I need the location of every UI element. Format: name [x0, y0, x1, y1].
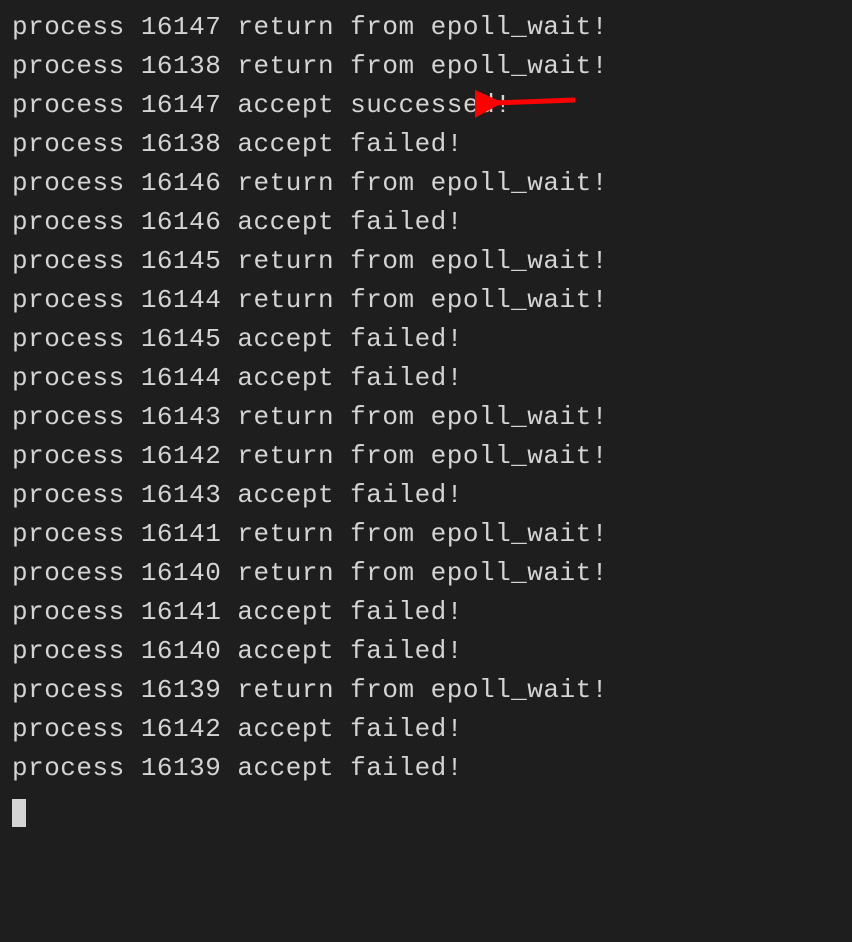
cursor-line [12, 788, 840, 827]
terminal-line: process 16146 return from epoll_wait! [12, 164, 840, 203]
terminal-line: process 16144 accept failed! [12, 359, 840, 398]
terminal-line: process 16146 accept failed! [12, 203, 840, 242]
terminal-line: process 16138 return from epoll_wait! [12, 47, 840, 86]
terminal-line: process 16139 return from epoll_wait! [12, 671, 840, 710]
terminal-line: process 16145 accept failed! [12, 320, 840, 359]
terminal-line: process 16147 return from epoll_wait! [12, 8, 840, 47]
terminal-line: process 16142 accept failed! [12, 710, 840, 749]
terminal-line: process 16143 return from epoll_wait! [12, 398, 840, 437]
terminal-line: process 16139 accept failed! [12, 749, 840, 788]
terminal-line: process 16141 accept failed! [12, 593, 840, 632]
terminal-line: process 16140 return from epoll_wait! [12, 554, 840, 593]
terminal-line: process 16147 accept successed! [12, 86, 840, 125]
terminal-output[interactable]: process 16147 return from epoll_wait! pr… [12, 8, 840, 827]
terminal-line: process 16145 return from epoll_wait! [12, 242, 840, 281]
terminal-cursor [12, 799, 26, 827]
terminal-line: process 16141 return from epoll_wait! [12, 515, 840, 554]
terminal-line: process 16140 accept failed! [12, 632, 840, 671]
terminal-line: process 16138 accept failed! [12, 125, 840, 164]
terminal-line: process 16143 accept failed! [12, 476, 840, 515]
terminal-line: process 16142 return from epoll_wait! [12, 437, 840, 476]
terminal-line: process 16144 return from epoll_wait! [12, 281, 840, 320]
